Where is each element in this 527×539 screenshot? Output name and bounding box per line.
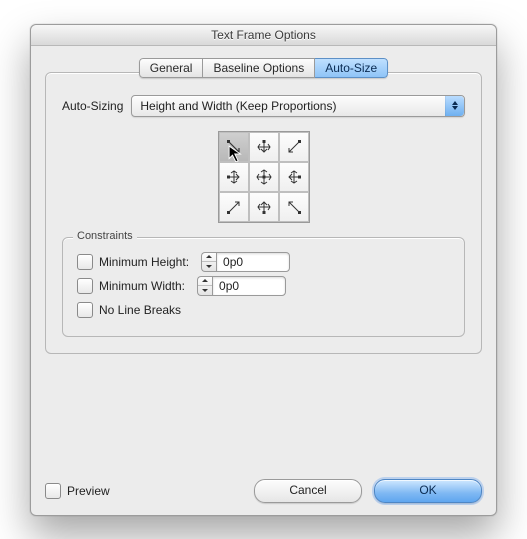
ok-button[interactable]: OK	[374, 479, 482, 503]
arrows-icon	[225, 168, 243, 186]
ref-top-center[interactable]	[249, 132, 279, 162]
tab-general[interactable]: General	[139, 58, 204, 78]
preview-checkbox[interactable]	[45, 483, 61, 499]
arrows-icon	[255, 198, 273, 216]
arrows-icon	[255, 138, 273, 156]
ref-bottom-left[interactable]	[219, 192, 249, 222]
constraints-title: Constraints	[73, 230, 137, 242]
auto-sizing-select[interactable]: Height and Width (Keep Proportions)	[131, 95, 465, 117]
ref-top-left[interactable]	[219, 132, 249, 162]
min-width-checkbox[interactable]	[77, 278, 93, 294]
ref-mid-left[interactable]	[219, 162, 249, 192]
ref-center[interactable]	[249, 162, 279, 192]
min-width-stepper[interactable]	[197, 276, 212, 296]
cancel-button[interactable]: Cancel	[254, 479, 362, 503]
ref-bottom-center[interactable]	[249, 192, 279, 222]
preview-label: Preview	[67, 484, 110, 498]
select-arrows-icon	[445, 96, 464, 116]
tabs: General Baseline Options Auto-Size	[45, 58, 482, 82]
min-height-checkbox[interactable]	[77, 254, 93, 270]
min-width-field[interactable]: 0p0	[212, 276, 286, 296]
arrow-diag-icon	[285, 138, 303, 156]
ref-mid-right[interactable]	[279, 162, 309, 192]
tab-baseline-options[interactable]: Baseline Options	[203, 58, 315, 78]
constraints-group: Constraints Minimum Height: 0p0	[62, 237, 465, 337]
arrow-diag-icon	[225, 198, 243, 216]
arrows-icon	[285, 168, 303, 186]
auto-sizing-label: Auto-Sizing	[62, 99, 123, 113]
dialog-window: Text Frame Options General Baseline Opti…	[30, 24, 497, 516]
min-height-stepper[interactable]	[201, 252, 216, 272]
arrow-diag-icon	[285, 198, 303, 216]
ref-bottom-right[interactable]	[279, 192, 309, 222]
auto-size-panel: Auto-Sizing Height and Width (Keep Propo…	[45, 72, 482, 354]
no-line-breaks-checkbox[interactable]	[77, 302, 93, 318]
ref-top-right[interactable]	[279, 132, 309, 162]
reference-point-grid	[218, 131, 310, 223]
min-height-field[interactable]: 0p0	[216, 252, 290, 272]
no-line-breaks-label: No Line Breaks	[99, 303, 181, 317]
arrow-diag-icon	[225, 138, 243, 156]
tab-auto-size[interactable]: Auto-Size	[315, 58, 388, 78]
auto-sizing-value: Height and Width (Keep Proportions)	[132, 99, 445, 113]
min-height-label: Minimum Height:	[99, 255, 189, 269]
min-width-label: Minimum Width:	[99, 279, 185, 293]
arrows-all-icon	[255, 168, 273, 186]
window-title: Text Frame Options	[31, 25, 496, 46]
